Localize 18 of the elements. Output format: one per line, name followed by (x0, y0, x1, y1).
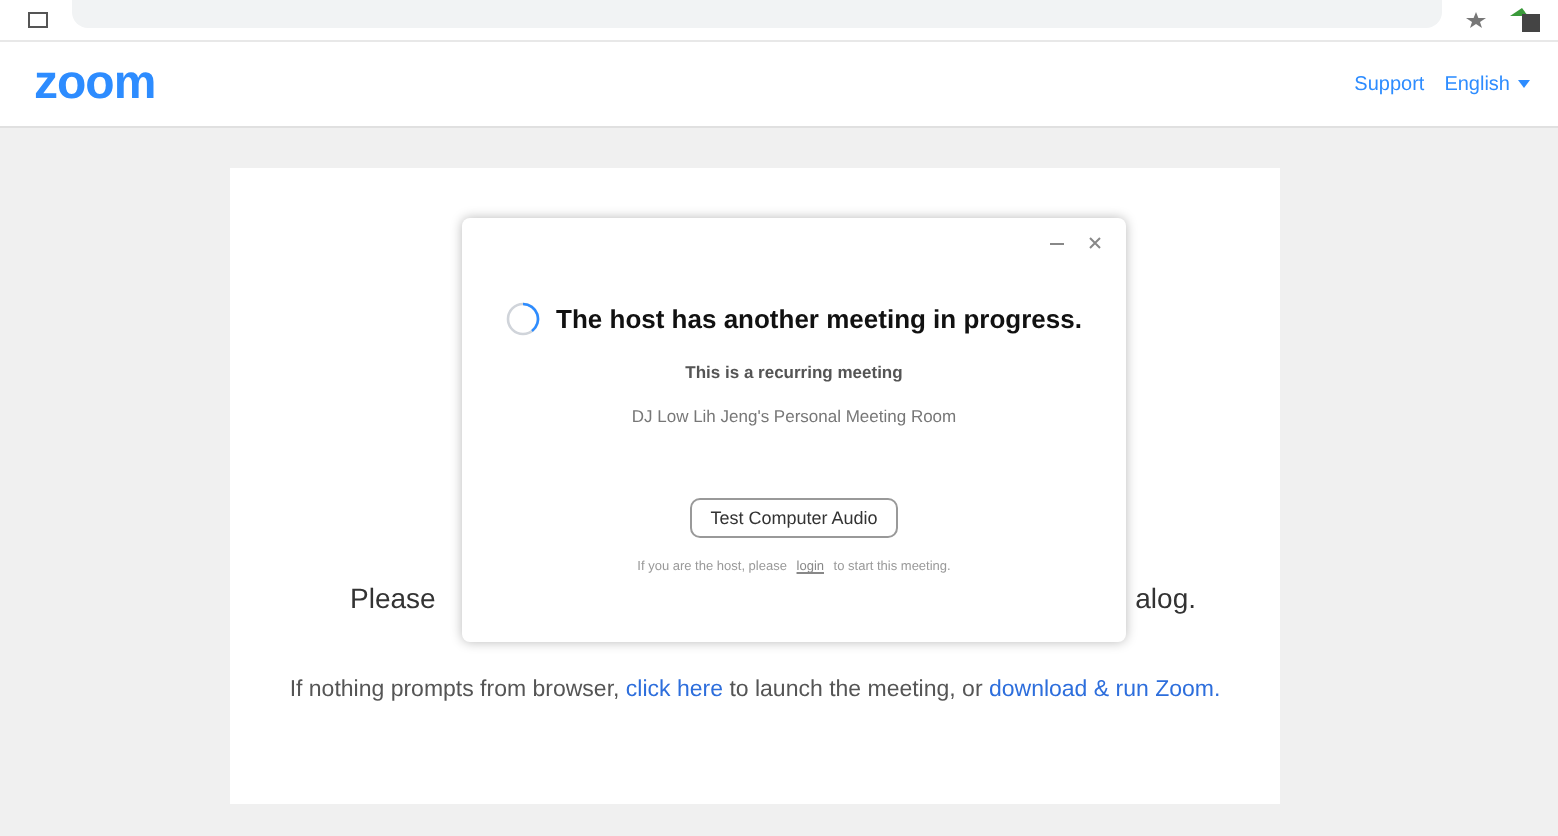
close-icon[interactable] (1088, 236, 1102, 250)
zoom-logo[interactable]: zoom (34, 56, 156, 112)
caret-icon (1518, 80, 1530, 88)
launch-text: Please (350, 582, 436, 614)
dialog-title: The host has another meeting in progress. (556, 304, 1082, 334)
header-link[interactable]: English (1444, 73, 1530, 95)
extension-icon[interactable] (1510, 8, 1542, 32)
meeting-room-name: DJ Low Lih Jeng's Personal Meeting Room (631, 406, 957, 426)
dialog-subtitle: This is a recurring meeting (685, 362, 903, 382)
header-link[interactable]: Support (1354, 73, 1425, 95)
test-audio-button[interactable]: Test Computer Audio (690, 498, 898, 538)
spinner-icon (506, 302, 541, 336)
launch-link[interactable]: download & run Zoom. (988, 678, 1221, 702)
launch-hint: If nothing prompts from browser, click here to launch the meeting, or download & run Zoom. (287, 678, 1223, 702)
star-icon[interactable] (1466, 12, 1486, 28)
page-icon (28, 12, 48, 28)
launch-link[interactable]: click here (625, 678, 723, 702)
launch-text: alog. (1135, 582, 1196, 614)
